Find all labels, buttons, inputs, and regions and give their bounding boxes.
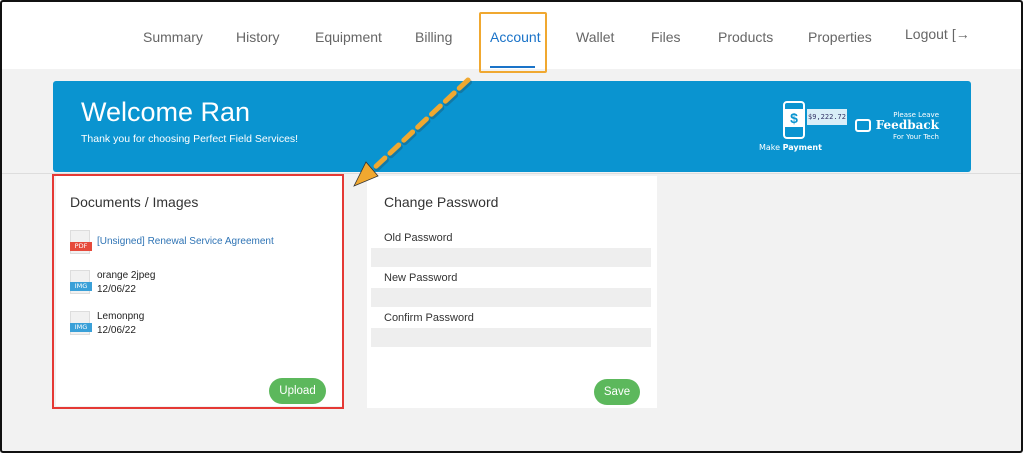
feedback-main-text: Feedback (875, 118, 939, 132)
document-name: orange 2jpeg (97, 270, 156, 281)
logout-arrow-icon: [→ (951, 26, 970, 42)
image-file-icon: IMG (70, 270, 92, 294)
upload-button[interactable]: Upload (269, 378, 326, 404)
new-password-label: New Password (384, 272, 458, 284)
dollar-icon: $ (785, 109, 803, 127)
nav-history[interactable]: History (236, 29, 280, 45)
new-password-input[interactable] (371, 288, 651, 307)
welcome-banner: Welcome Ran Thank you for choosing Perfe… (53, 81, 971, 172)
nav-billing[interactable]: Billing (415, 29, 452, 45)
pdf-file-icon: PDF (70, 230, 92, 254)
logout-label: Logout (905, 26, 948, 42)
documents-panel: Documents / Images PDF [Unsigned] Renewa… (56, 176, 342, 406)
make-payment-label: Make Payment (759, 143, 822, 152)
nav-wallet[interactable]: Wallet (576, 29, 614, 45)
confirm-password-label: Confirm Password (384, 312, 474, 324)
nav-properties[interactable]: Properties (808, 29, 872, 45)
chat-bubble-icon (855, 119, 871, 132)
confirm-password-input[interactable] (371, 328, 651, 347)
welcome-subtitle: Thank you for choosing Perfect Field Ser… (81, 133, 299, 145)
image-file-icon: IMG (70, 311, 92, 335)
nav-equipment[interactable]: Equipment (315, 29, 382, 45)
phone-payment-icon: $ (783, 101, 805, 139)
change-password-title: Change Password (384, 194, 499, 210)
old-password-label: Old Password (384, 232, 453, 244)
documents-title: Documents / Images (70, 194, 199, 210)
nav-summary[interactable]: Summary (143, 29, 203, 45)
nav-products[interactable]: Products (718, 29, 773, 45)
section-divider (2, 173, 1021, 174)
feedback-bottom-text: For Your Tech (892, 133, 939, 141)
document-name: Lemonpng (97, 311, 145, 322)
balance-amount: $9,222.72 (807, 109, 847, 125)
nav-account[interactable]: Account (490, 29, 541, 45)
document-link[interactable]: [Unsigned] Renewal Service Agreement (97, 236, 274, 247)
make-payment-button[interactable]: $ $9,222.72 Make Payment (759, 99, 849, 155)
top-navigation: Summary History Equipment Billing Accoun… (2, 2, 1021, 69)
leave-feedback-button[interactable]: Please Leave Feedback For Your Tech (855, 109, 945, 149)
welcome-heading: Welcome Ran (81, 97, 251, 127)
document-date: 12/06/22 (97, 325, 136, 336)
active-tab-underline (490, 66, 535, 68)
document-date: 12/06/22 (97, 284, 136, 295)
nav-files[interactable]: Files (651, 29, 681, 45)
old-password-input[interactable] (371, 248, 651, 267)
logout-link[interactable]: Logout [→ (905, 26, 970, 42)
save-button[interactable]: Save (594, 379, 640, 405)
change-password-panel: Change Password Old Password New Passwor… (367, 176, 657, 408)
